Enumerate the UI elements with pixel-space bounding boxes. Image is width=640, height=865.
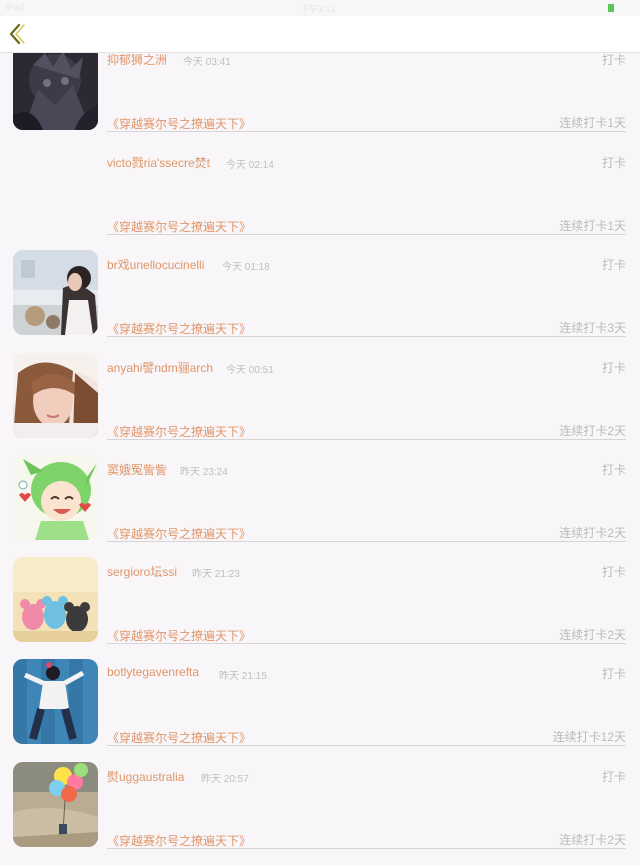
girl-table-image	[13, 250, 98, 335]
checkin-time: 今天 01:18	[222, 262, 270, 273]
username[interactable]: anyahi譬ndm骊arch	[107, 359, 213, 376]
balloons-beach-image	[13, 762, 98, 847]
streak-count: 连续打卡1天	[559, 116, 626, 130]
username[interactable]: br戏unellocucinelli	[107, 256, 204, 273]
checkin-action[interactable]: 打卡	[602, 154, 626, 171]
streak-count: 连续打卡12天	[552, 730, 626, 744]
book-title[interactable]: 《穿越赛尔号之撩遍天下》	[107, 832, 251, 849]
username[interactable]: sergioro坛ssi	[107, 563, 177, 580]
checkin-time: 今天 00:51	[226, 365, 274, 376]
book-title[interactable]: 《穿越赛尔号之撩遍天下》	[107, 218, 251, 235]
avatar[interactable]	[13, 557, 98, 642]
streak-count: 连续打卡2天	[559, 526, 626, 540]
person-blue-wall-image	[13, 659, 98, 744]
book-title[interactable]: 《穿越赛尔号之撩遍天下》	[107, 115, 251, 132]
checkin-time: 昨天 21:23	[192, 569, 240, 580]
girl-face-image	[13, 353, 98, 438]
checkin-time: 今天 02:14	[226, 160, 274, 171]
checkin-time: 昨天 23:24	[180, 467, 228, 478]
streak-count: 连续打卡2天	[559, 424, 626, 438]
chevron-left-icon	[9, 23, 25, 45]
navigation-bar	[0, 16, 640, 53]
list-item[interactable]: br戏unellocucinelli 今天 01:18 打卡 《穿越赛尔号之撩遍…	[0, 250, 640, 353]
checkin-action[interactable]: 打卡	[602, 665, 626, 682]
username[interactable]: 窦娥冤訾訾	[107, 461, 167, 478]
row-divider	[107, 643, 626, 644]
username[interactable]: botlytegavenrefta	[107, 665, 199, 679]
book-title[interactable]: 《穿越赛尔号之撩遍天下》	[107, 627, 251, 644]
checkin-action[interactable]: 打卡	[602, 461, 626, 478]
status-bar: iPad 下午3:13	[0, 0, 640, 16]
row-divider	[107, 234, 626, 235]
list-item[interactable]: 窦娥冤訾訾 昨天 23:24 打卡 《穿越赛尔号之撩遍天下》 连续打卡2天	[0, 455, 640, 558]
checkin-action[interactable]: 打卡	[602, 563, 626, 580]
battery-icon	[608, 4, 614, 12]
anime-green-image	[13, 455, 98, 540]
streak-count: 连续打卡2天	[559, 628, 626, 642]
checkin-time: 昨天 21:15	[219, 671, 267, 682]
avatar[interactable]	[13, 455, 98, 540]
checkin-action[interactable]: 打卡	[602, 768, 626, 785]
carrier-label: iPad	[6, 2, 25, 12]
row-divider	[107, 848, 626, 849]
row-divider	[107, 745, 626, 746]
streak-count: 连续打卡2天	[559, 833, 626, 847]
row-divider	[107, 439, 626, 440]
list-item[interactable]: botlytegavenrefta 昨天 21:15 打卡 《穿越赛尔号之撩遍天…	[0, 659, 640, 762]
row-divider	[107, 541, 626, 542]
list-item[interactable]: 熨uggaustralia 昨天 20:57 打卡 《穿越赛尔号之撩遍天下》 连…	[0, 762, 640, 865]
checkin-time: 昨天 20:57	[201, 774, 249, 785]
list-item[interactable]: victo戮ria'ssecre焚t 今天 02:14 打卡 《穿越赛尔号之撩遍…	[0, 148, 640, 251]
list-item[interactable]: anyahi譬ndm骊arch 今天 00:51 打卡 《穿越赛尔号之撩遍天下》…	[0, 353, 640, 456]
avatar[interactable]	[13, 659, 98, 744]
username[interactable]: 抑郁狮之洲	[107, 51, 167, 68]
checkin-time: 今天 03:41	[183, 57, 231, 68]
list-item[interactable]: sergioro坛ssi 昨天 21:23 打卡 《穿越赛尔号之撩遍天下》 连续…	[0, 557, 640, 660]
list-item[interactable]: 抑郁狮之洲 今天 03:41 打卡 《穿越赛尔号之撩遍天下》 连续打卡1天	[0, 45, 640, 148]
toy-mice-image	[13, 557, 98, 642]
checkin-action[interactable]: 打卡	[602, 359, 626, 376]
avatar[interactable]	[13, 762, 98, 847]
checkin-action[interactable]: 打卡	[602, 256, 626, 273]
streak-count: 连续打卡1天	[559, 219, 626, 233]
book-title[interactable]: 《穿越赛尔号之撩遍天下》	[107, 423, 251, 440]
back-button[interactable]	[6, 22, 28, 46]
book-title[interactable]: 《穿越赛尔号之撩遍天下》	[107, 320, 251, 337]
username[interactable]: 熨uggaustralia	[107, 768, 184, 785]
book-title[interactable]: 《穿越赛尔号之撩遍天下》	[107, 729, 251, 746]
username[interactable]: victo戮ria'ssecre焚t	[107, 154, 210, 171]
avatar[interactable]	[13, 250, 98, 335]
avatar[interactable]	[13, 353, 98, 438]
row-divider	[107, 336, 626, 337]
checkin-feed-list[interactable]: 抑郁狮之洲 今天 03:41 打卡 《穿越赛尔号之撩遍天下》 连续打卡1天 vi…	[0, 0, 640, 853]
dark-monster-image	[13, 45, 98, 130]
streak-count: 连续打卡3天	[559, 321, 626, 335]
clock-label: 下午3:13	[300, 4, 336, 14]
checkin-action[interactable]: 打卡	[602, 51, 626, 68]
avatar[interactable]	[13, 45, 98, 130]
row-divider	[107, 131, 626, 132]
book-title[interactable]: 《穿越赛尔号之撩遍天下》	[107, 525, 251, 542]
